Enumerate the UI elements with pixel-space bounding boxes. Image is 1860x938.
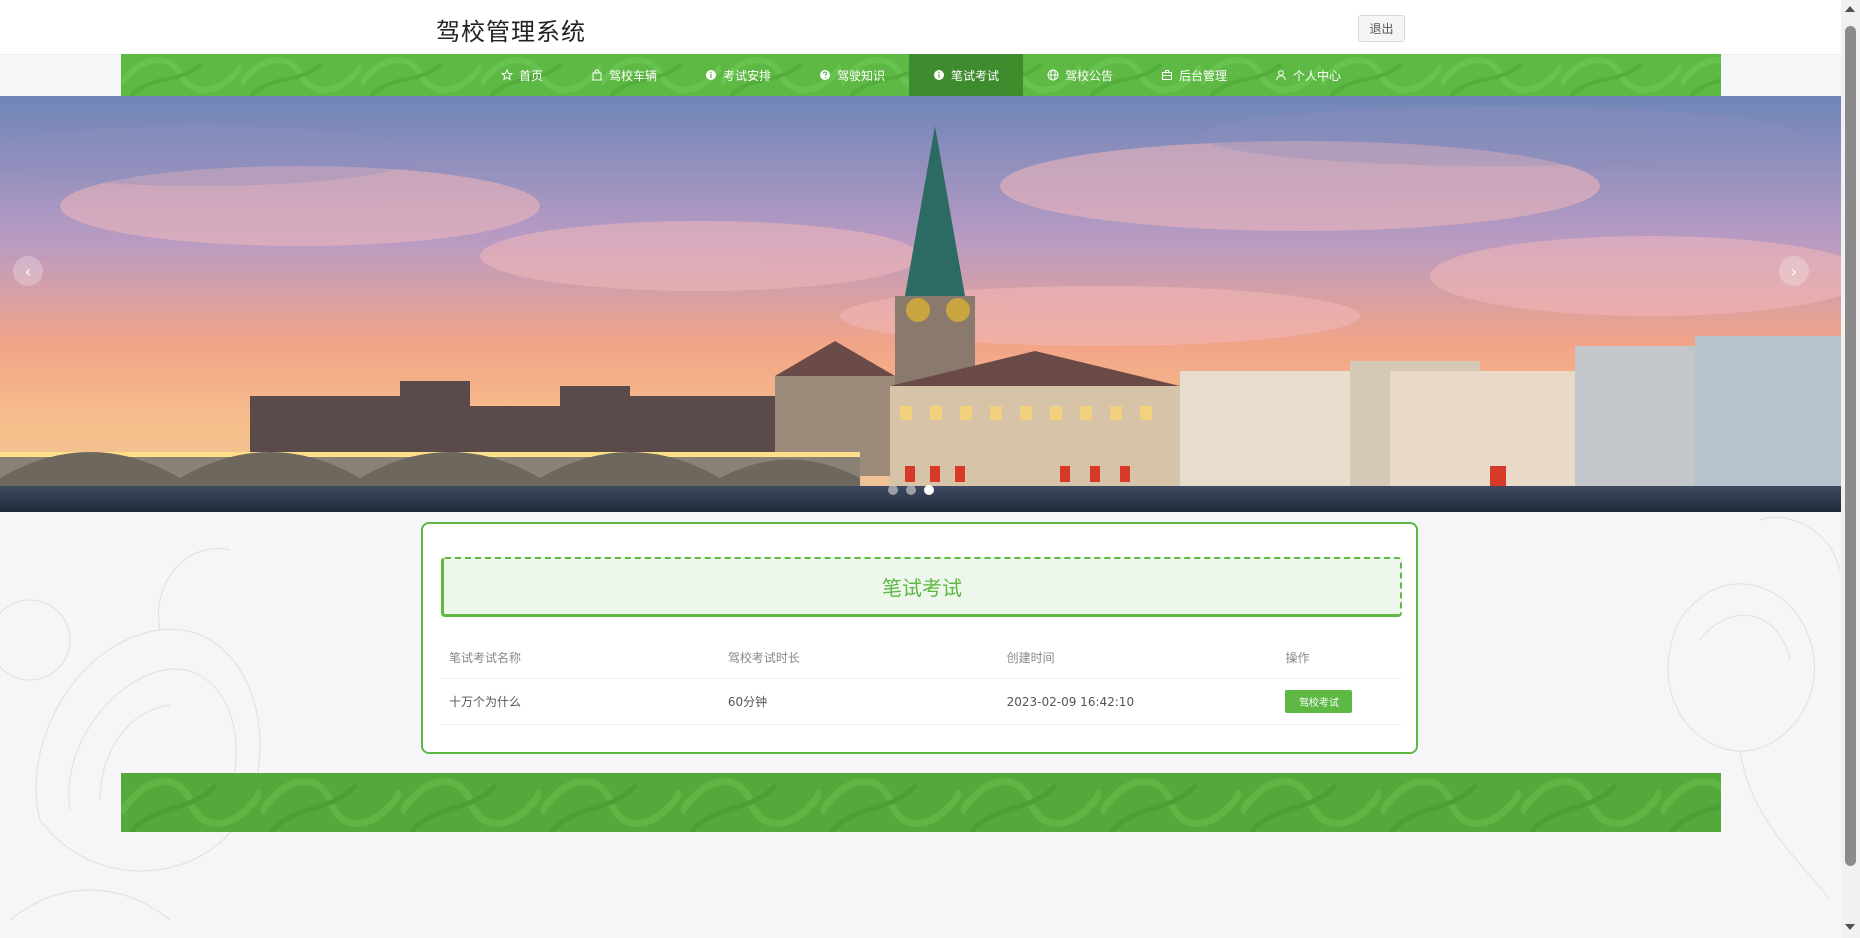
cell-action: 驾校考试 — [1277, 678, 1402, 725]
nav-item[interactable]: 个人中心 — [1251, 54, 1365, 96]
footer-pattern — [121, 773, 1721, 832]
star-icon — [500, 69, 513, 81]
nav-item-label: 驾校公告 — [1065, 68, 1114, 83]
nav-item[interactable]: 笔试考试 — [909, 54, 1024, 96]
nav-item[interactable]: 驾校车辆 — [567, 54, 681, 96]
exam-table: 笔试考试名称 驾校考试时长 创建时间 操作 十万个为什么 60分钟 2023-02-09 … — [441, 636, 1402, 725]
exam-card: 笔试考试 笔试考试名称 驾校考试时长 创建时间 操作 十万个为什么 60分钟 2023-0… — [421, 522, 1418, 754]
info-icon — [933, 69, 945, 81]
page: 驾校管理系统 退出 首页 驾校车辆 考试安排 驾驶知识 笔试考试 驾校公告 后台管理 个人中心 — [0, 0, 1841, 938]
nav-item-label: 首页 — [518, 68, 543, 83]
question-icon — [819, 69, 831, 81]
nav-item[interactable]: 考试安排 — [681, 54, 795, 96]
site-title: 驾校管理系统 — [436, 18, 586, 46]
table-row: 十万个为什么 60分钟 2023-02-09 16:42:10 驾校考试 — [441, 678, 1402, 725]
banner-carousel: ‹ › — [0, 96, 1841, 512]
nav-item-label: 驾驶知识 — [836, 68, 885, 83]
scroll-up-arrow-icon[interactable] — [1845, 6, 1855, 12]
nav-item-label: 个人中心 — [1293, 68, 1342, 83]
floral-decoration-right — [1667, 516, 1840, 901]
nav-item[interactable]: 驾校公告 — [1023, 54, 1137, 96]
nav-item[interactable]: 首页 — [477, 54, 567, 96]
nav-item-label: 后台管理 — [1179, 68, 1228, 83]
carousel-next-arrow[interactable]: › — [1779, 256, 1809, 286]
globe-icon — [1047, 69, 1059, 81]
section-title: 笔试考试 — [441, 557, 1402, 617]
nav-item-label: 笔试考试 — [951, 68, 1000, 83]
footer-band — [121, 773, 1721, 832]
carousel-dot[interactable] — [906, 485, 916, 495]
nav-item-label: 驾校车辆 — [608, 68, 657, 83]
info-icon — [705, 69, 717, 81]
carousel-prev-arrow[interactable]: ‹ — [13, 256, 43, 286]
scroll-thumb[interactable] — [1845, 26, 1856, 866]
column-header: 笔试考试名称 — [441, 636, 720, 679]
top-header: 驾校管理系统 退出 — [0, 0, 1841, 55]
briefcase-icon — [1161, 69, 1173, 81]
carousel-dot[interactable] — [924, 485, 934, 495]
logout-button[interactable]: 退出 — [1358, 15, 1405, 42]
table-header-row: 笔试考试名称 驾校考试时长 创建时间 操作 — [441, 636, 1402, 679]
vertical-scrollbar[interactable] — [1841, 0, 1860, 938]
cell-duration: 60分钟 — [719, 678, 999, 725]
nav-item[interactable]: 驾驶知识 — [795, 54, 909, 96]
cell-created: 2023-02-09 16:42:10 — [998, 678, 1278, 725]
main-nav: 首页 驾校车辆 考试安排 驾驶知识 笔试考试 驾校公告 后台管理 个人中心 — [121, 54, 1721, 96]
bag-icon — [591, 69, 603, 81]
banner-image — [0, 96, 1841, 512]
cell-name: 十万个为什么 — [441, 678, 720, 725]
carousel-dot[interactable] — [888, 485, 898, 495]
nav-items: 首页 驾校车辆 考试安排 驾驶知识 笔试考试 驾校公告 后台管理 个人中心 — [121, 54, 1721, 96]
nav-item[interactable]: 后台管理 — [1137, 54, 1251, 96]
column-header: 创建时间 — [998, 636, 1278, 679]
nav-item-label: 考试安排 — [722, 68, 771, 83]
start-exam-button[interactable]: 驾校考试 — [1285, 690, 1353, 713]
user-icon — [1275, 69, 1287, 81]
scroll-down-arrow-icon[interactable] — [1845, 924, 1855, 930]
carousel-dots — [888, 485, 934, 495]
floral-decoration-left — [0, 547, 261, 921]
column-header: 驾校考试时长 — [719, 636, 999, 679]
column-header: 操作 — [1277, 636, 1402, 679]
